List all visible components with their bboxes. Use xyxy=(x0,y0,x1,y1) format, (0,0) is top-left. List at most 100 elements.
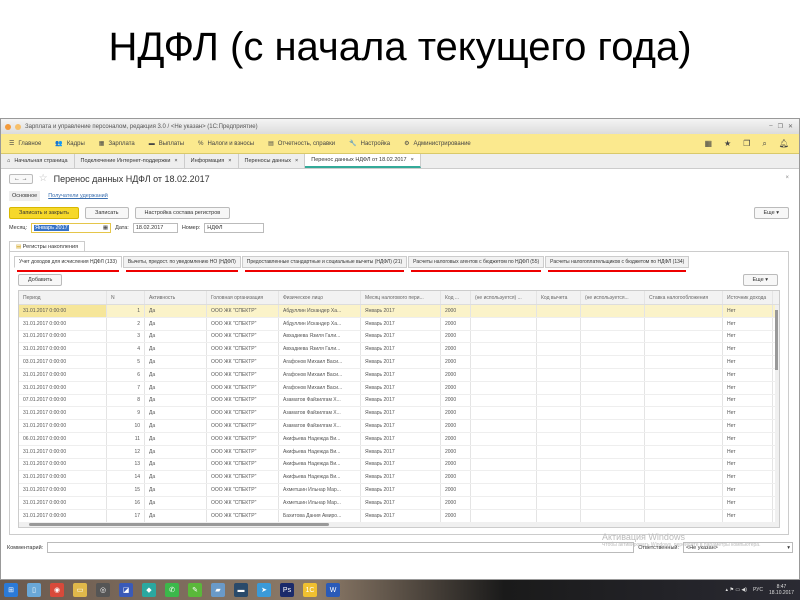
menu-item-0[interactable]: ☰ Главное xyxy=(9,140,41,148)
favorite-star-icon[interactable]: ☆ xyxy=(39,173,48,184)
taskbar-app-icon[interactable]: ✆ xyxy=(165,583,179,597)
menu-icon[interactable] xyxy=(15,123,21,130)
column-header[interactable]: Ставка налогообложения xyxy=(645,291,723,304)
clock[interactable]: 8:47 18.10.2017 xyxy=(769,584,794,596)
table-row[interactable]: 31.01.2017 0:00:00 9 Да ООО ЖК "СПЕКТР" Азам… xyxy=(19,407,779,421)
favorites-icon[interactable]: ★ xyxy=(724,139,731,149)
save-and-close-button[interactable]: Записать и закрыть xyxy=(9,207,80,219)
subtab-3[interactable]: Расчеты налоговых агентов с бюджетом по … xyxy=(408,256,545,272)
table-row[interactable]: 31.01.2017 0:00:00 12 Да ООО ЖК "СПЕКТР" Аки… xyxy=(19,445,779,459)
column-header[interactable]: (не используется) ... xyxy=(471,291,537,304)
column-header[interactable]: N xyxy=(107,291,145,304)
column-header[interactable]: (не используется... xyxy=(581,291,645,304)
month-input[interactable]: Январь 2017 ▦ xyxy=(31,223,112,233)
column-header[interactable]: Активность xyxy=(145,291,207,304)
column-header[interactable]: Головная организация xyxy=(207,291,279,304)
taskbar-app-icon[interactable]: ◆ xyxy=(142,583,156,597)
column-header[interactable]: Месяц налогового пери... xyxy=(361,291,441,304)
tab-2[interactable]: Информация × xyxy=(185,154,239,168)
taskbar-app-icon[interactable]: Ps xyxy=(280,583,294,597)
vertical-scrollbar[interactable] xyxy=(775,305,779,522)
taskbar-app-icon[interactable]: ✎ xyxy=(188,583,202,597)
taskbar-app-icon[interactable]: 1С xyxy=(303,583,317,597)
menu-item-1[interactable]: 👥 Кадры xyxy=(55,140,84,148)
table-row[interactable]: 03.01.2017 0:00:00 5 Да ООО ЖК "СПЕКТР" Агаф… xyxy=(19,356,779,369)
table-cell: 31.01.2017 0:00:00 xyxy=(19,317,107,330)
taskbar-app-icon[interactable]: ▯ xyxy=(27,583,41,597)
menu-item-3[interactable]: ▬ Выплаты xyxy=(149,141,184,147)
taskbar-app-icon[interactable]: ◉ xyxy=(50,583,64,597)
subtab-0[interactable]: Учет доходов для исчисления НДФЛ (133) xyxy=(14,256,122,272)
register-settings-button[interactable]: Настройка состава регистров xyxy=(134,207,231,219)
table-row[interactable]: 07.01.2017 0:00:00 8 Да ООО ЖК "СПЕКТР" Азам… xyxy=(19,394,779,408)
column-header[interactable]: Код вычета xyxy=(537,291,581,304)
taskbar-app-icon[interactable]: ➤ xyxy=(257,583,271,597)
column-header[interactable]: Период xyxy=(19,291,107,304)
tab-4[interactable]: Перенос данных НДФЛ от 18.02.2017 × xyxy=(305,154,421,168)
menu-item-6[interactable]: 🔧 Настройка xyxy=(349,140,390,148)
table-row[interactable]: 31.01.2017 0:00:00 14 Да ООО ЖК "СПЕКТР" Аки… xyxy=(19,471,779,485)
close-window-button[interactable]: ✕ xyxy=(788,123,793,130)
tab-1[interactable]: Подключение Интернет-поддержки × xyxy=(75,154,185,168)
table-row[interactable]: 31.01.2017 0:00:00 1 Да ООО ЖК "СПЕКТР" Абду… xyxy=(19,305,779,318)
table-row[interactable]: 31.01.2017 0:00:00 15 Да ООО ЖК "СПЕКТР" Ахм… xyxy=(19,484,779,497)
search-icon[interactable]: ⌕ xyxy=(762,139,766,149)
link-main[interactable]: Основное xyxy=(9,191,41,201)
close-tab-icon[interactable]: × xyxy=(411,157,414,163)
taskbar-app-icon[interactable]: W xyxy=(326,583,340,597)
notifications-icon[interactable]: 🔔︎ xyxy=(779,139,789,149)
taskbar-app-icon[interactable]: ▭ xyxy=(73,583,87,597)
table-row[interactable]: 31.01.2017 0:00:00 10 Да ООО ЖК "СПЕКТР" Аза… xyxy=(19,420,779,433)
close-tab-icon[interactable]: × xyxy=(228,158,231,164)
menu-item-2[interactable]: ▦ Зарплата xyxy=(99,140,135,148)
taskbar-app-icon[interactable]: ◪ xyxy=(119,583,133,597)
date-input[interactable]: 18.02.2017 xyxy=(132,223,178,233)
table-row[interactable]: 06.01.2017 0:00:00 11 Да ООО ЖК "СПЕКТР" Аки… xyxy=(19,432,779,446)
close-tab-icon[interactable]: × xyxy=(295,158,298,164)
back-forward-buttons[interactable]: ← → xyxy=(9,173,33,184)
save-button[interactable]: Записать xyxy=(85,207,129,219)
maximize-button[interactable]: ❐ xyxy=(778,123,783,130)
tab-3[interactable]: Переносы данных × xyxy=(239,154,306,168)
table-row[interactable]: 31.01.2017 0:00:00 7 Да ООО ЖК "СПЕКТР" Агаф… xyxy=(19,381,779,395)
menu-item-5[interactable]: ▤ Отчетность, справки xyxy=(268,140,335,148)
history-icon[interactable]: ❐ xyxy=(743,139,750,149)
add-button[interactable]: Добавить xyxy=(18,274,63,286)
table-row[interactable]: 31.01.2017 0:00:00 6 Да ООО ЖК "СПЕКТР" Агаф… xyxy=(19,368,779,382)
horizontal-scrollbar[interactable] xyxy=(19,522,779,527)
menu-item-4[interactable]: % Налоги и взносы xyxy=(198,141,254,147)
more-button[interactable]: Еще ▾ xyxy=(753,207,789,219)
language-indicator[interactable]: РУС xyxy=(753,587,763,593)
start-button[interactable]: ⊞ xyxy=(4,583,18,597)
column-header[interactable]: Физическое лицо xyxy=(279,291,361,304)
table-cell: ООО ЖК "СПЕКТР" xyxy=(207,343,279,356)
grid-more-button[interactable]: Еще ▾ xyxy=(742,274,778,286)
tray-icons[interactable]: ▴ ⚑ ▭ ◀) xyxy=(726,587,747,593)
table-row[interactable]: 31.01.2017 0:00:00 17 Да ООО ЖК "СПЕКТР" Бах… xyxy=(19,509,779,523)
table-row[interactable]: 31.01.2017 0:00:00 16 Да ООО ЖК "СПЕКТР" Ахм… xyxy=(19,496,779,510)
subtab-1[interactable]: Вычеты, предост. по уведомлению НО (НДФЛ… xyxy=(122,256,241,272)
table-cell: 31.01.2017 0:00:00 xyxy=(19,509,107,522)
comment-label: Комментарий: xyxy=(7,544,44,551)
taskbar-app-icon[interactable]: ▰ xyxy=(211,583,225,597)
table-row[interactable]: 31.01.2017 0:00:00 13 Да ООО ЖК "СПЕКТР" Аки… xyxy=(19,458,779,472)
column-header[interactable]: Источник дохода xyxy=(723,291,773,304)
comment-input[interactable] xyxy=(47,542,635,553)
table-row[interactable]: 31.01.2017 0:00:00 4 Да ООО ЖК "СПЕКТР" Авха… xyxy=(19,343,779,357)
taskbar-app-icon[interactable]: ▬ xyxy=(234,583,248,597)
link-recipients[interactable]: Получатели удержаний xyxy=(48,193,108,199)
close-tab-icon[interactable]: × xyxy=(174,158,177,164)
taskbar-app-icon[interactable]: ◎ xyxy=(96,583,110,597)
table-row[interactable]: 31.01.2017 0:00:00 3 Да ООО ЖК "СПЕКТР" Авха… xyxy=(19,330,779,344)
number-input[interactable]: НДФЛ xyxy=(204,223,265,233)
subtab-4[interactable]: Расчеты налогоплательщиков с бюджетом по… xyxy=(545,256,690,272)
apps-grid-icon[interactable]: ▦ xyxy=(704,139,712,149)
close-form-button[interactable]: × xyxy=(785,175,789,181)
calendar-icon[interactable]: ▦ xyxy=(103,225,108,231)
table-row[interactable]: 31.01.2017 0:00:00 2 Да ООО ЖК "СПЕКТР" Абду… xyxy=(19,317,779,331)
subtab-2[interactable]: Предоставленные стандартные и социальные… xyxy=(241,256,408,272)
minimize-button[interactable]: – xyxy=(769,123,772,130)
menu-item-7[interactable]: ⚙ Администрирование xyxy=(404,140,471,148)
tab-0[interactable]: ⌂ Начальная страница xyxy=(1,154,75,168)
column-header[interactable]: Код ... xyxy=(441,291,471,304)
